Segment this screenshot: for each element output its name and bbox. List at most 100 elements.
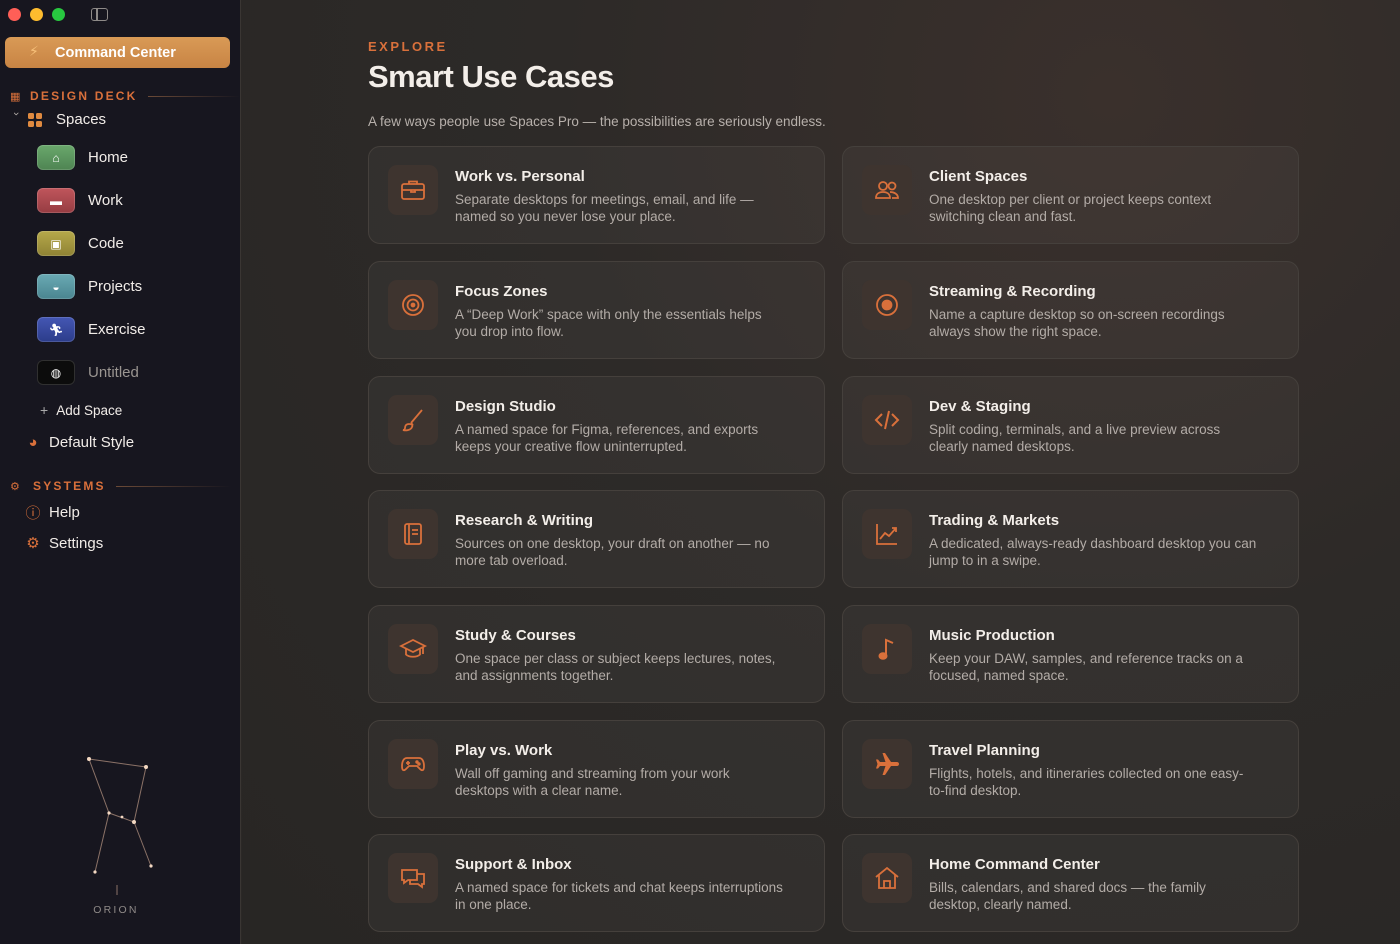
- plus-icon: +: [40, 402, 49, 418]
- add-space-button[interactable]: + Add Space: [40, 402, 122, 418]
- help-icon: ⓘ: [25, 505, 41, 522]
- use-case-card[interactable]: Study & Courses One space per class or s…: [368, 605, 825, 703]
- spaces-label: Spaces: [56, 111, 107, 128]
- card-title: Home Command Center: [929, 856, 1100, 873]
- card-title: Play vs. Work: [455, 742, 553, 759]
- use-case-card[interactable]: Design Studio A named space for Figma, r…: [368, 376, 825, 474]
- space-name: Home: [88, 149, 129, 166]
- house-icon: [862, 853, 912, 903]
- use-case-card[interactable]: Work vs. Personal Separate desktops for …: [368, 146, 825, 244]
- space-name: Projects: [88, 278, 143, 295]
- page-subtitle: A few ways people use Spaces Pro — the p…: [368, 114, 826, 129]
- sidebar-item-exercise[interactable]: 🏃︎ Exercise: [37, 317, 146, 342]
- people-icon: [862, 165, 912, 215]
- card-description: Keep your DAW, samples, and reference tr…: [929, 651, 1243, 683]
- sidebar-item-untitled[interactable]: ◍ Untitled: [37, 360, 139, 385]
- terminal-icon: ▣: [37, 231, 75, 256]
- default-style-label: Default Style: [49, 434, 135, 451]
- brush-icon: [388, 395, 438, 445]
- briefcase-icon: [388, 165, 438, 215]
- use-case-card[interactable]: Play vs. Work Wall off gaming and stream…: [368, 720, 825, 818]
- stack-icon: ◒: [37, 274, 75, 299]
- help-link[interactable]: ⓘ Help: [24, 502, 80, 523]
- space-name: Work: [88, 192, 123, 209]
- card-description: One space per class or subject keeps lec…: [455, 651, 776, 683]
- card-title: Study & Courses: [455, 627, 576, 644]
- code-icon: [862, 395, 912, 445]
- command-center-label: Command Center: [55, 44, 176, 61]
- card-description: Separate desktops for meetings, email, a…: [455, 192, 754, 224]
- systems-label: SYSTEMS: [33, 479, 106, 493]
- runner-icon: 🏃︎: [37, 317, 75, 342]
- gears-icon: ⚙: [10, 480, 23, 493]
- card-description: Wall off gaming and streaming from your …: [455, 766, 730, 798]
- use-case-card[interactable]: Trading & Markets A dedicated, always-re…: [842, 490, 1299, 588]
- chart-icon: [862, 509, 912, 559]
- music-note-icon: [862, 624, 912, 674]
- gear-icon: ⚙: [26, 535, 40, 552]
- card-description: Flights, hotels, and itineraries collect…: [929, 766, 1244, 798]
- briefcase-icon: ▬: [37, 188, 75, 213]
- space-name: Exercise: [88, 321, 146, 338]
- palette-icon: ◕: [28, 434, 38, 451]
- default-style-link[interactable]: ◕ Default Style: [24, 434, 134, 451]
- record-icon: [862, 280, 912, 330]
- section-eyebrow: EXPLORE: [368, 39, 448, 54]
- spaces-disclosure[interactable]: › Spaces: [8, 111, 106, 128]
- add-space-label: Add Space: [56, 402, 123, 418]
- card-description: A “Deep Work” space with only the essent…: [455, 307, 762, 339]
- card-description: One desktop per client or project keeps …: [929, 192, 1212, 224]
- use-case-card[interactable]: Support & Inbox A named space for ticket…: [368, 834, 825, 932]
- design-deck-label: DESIGN DECK: [30, 89, 138, 103]
- close-window-button[interactable]: [8, 8, 21, 21]
- airplane-icon: [862, 739, 912, 789]
- command-center-button[interactable]: ⚡ Command Center: [5, 37, 230, 68]
- sidebar-item-home[interactable]: ⌂ Home: [37, 145, 128, 170]
- space-name: Code: [88, 235, 124, 252]
- sidebar: ⚡ Command Center ▦ DESIGN DECK › Spaces …: [0, 0, 241, 944]
- card-description: A dedicated, always-ready dashboard desk…: [929, 536, 1257, 568]
- sidebar-item-work[interactable]: ▬ Work: [37, 188, 123, 213]
- chat-bubbles-icon: [388, 853, 438, 903]
- main-content: EXPLORE Smart Use Cases A few ways peopl…: [242, 0, 1400, 944]
- spaces-grid-icon: [28, 112, 42, 127]
- help-label: Help: [49, 504, 80, 521]
- settings-link[interactable]: ⚙ Settings: [24, 534, 104, 553]
- sidebar-item-code[interactable]: ▣ Code: [37, 231, 124, 256]
- target-icon: [388, 280, 438, 330]
- card-title: Music Production: [929, 627, 1055, 644]
- sidebar-toggle-icon[interactable]: [91, 8, 108, 21]
- card-title: Trading & Markets: [929, 512, 1060, 529]
- divider: [115, 485, 231, 487]
- zoom-window-button[interactable]: [52, 8, 65, 21]
- card-title: Focus Zones: [455, 283, 548, 300]
- card-description: Name a capture desktop so on-screen reco…: [929, 307, 1225, 339]
- minimize-window-button[interactable]: [30, 8, 43, 21]
- page-title: Smart Use Cases: [368, 59, 614, 94]
- constellation-label: ORION: [93, 904, 139, 916]
- grid-small-icon: ▦: [10, 90, 23, 103]
- use-case-card[interactable]: Research & Writing Sources on one deskto…: [368, 490, 825, 588]
- chevron-down-icon[interactable]: ›: [10, 112, 22, 128]
- space-name: Untitled: [88, 364, 139, 381]
- systems-heading: ⚙ SYSTEMS: [10, 479, 231, 493]
- card-title: Support & Inbox: [455, 856, 572, 873]
- card-title: Dev & Staging: [929, 398, 1031, 415]
- use-case-card[interactable]: Client Spaces One desktop per client or …: [842, 146, 1299, 244]
- use-case-card[interactable]: Home Command Center Bills, calendars, an…: [842, 834, 1299, 932]
- design-deck-heading: ▦ DESIGN DECK: [10, 89, 240, 103]
- card-title: Client Spaces: [929, 168, 1028, 185]
- use-case-card[interactable]: Music Production Keep your DAW, samples,…: [842, 605, 1299, 703]
- use-case-card[interactable]: Dev & Staging Split coding, terminals, a…: [842, 376, 1299, 474]
- card-title: Design Studio: [455, 398, 556, 415]
- use-case-card[interactable]: Travel Planning Flights, hotels, and iti…: [842, 720, 1299, 818]
- book-icon: [388, 509, 438, 559]
- settings-label: Settings: [49, 534, 104, 552]
- bolt-icon: ⚡: [29, 43, 39, 59]
- use-case-card[interactable]: Streaming & Recording Name a capture des…: [842, 261, 1299, 359]
- house-icon: ⌂: [37, 145, 75, 170]
- card-description: Split coding, terminals, and a live prev…: [929, 422, 1221, 454]
- card-title: Travel Planning: [929, 742, 1040, 759]
- sidebar-item-projects[interactable]: ◒ Projects: [37, 274, 142, 299]
- use-case-card[interactable]: Focus Zones A “Deep Work” space with onl…: [368, 261, 825, 359]
